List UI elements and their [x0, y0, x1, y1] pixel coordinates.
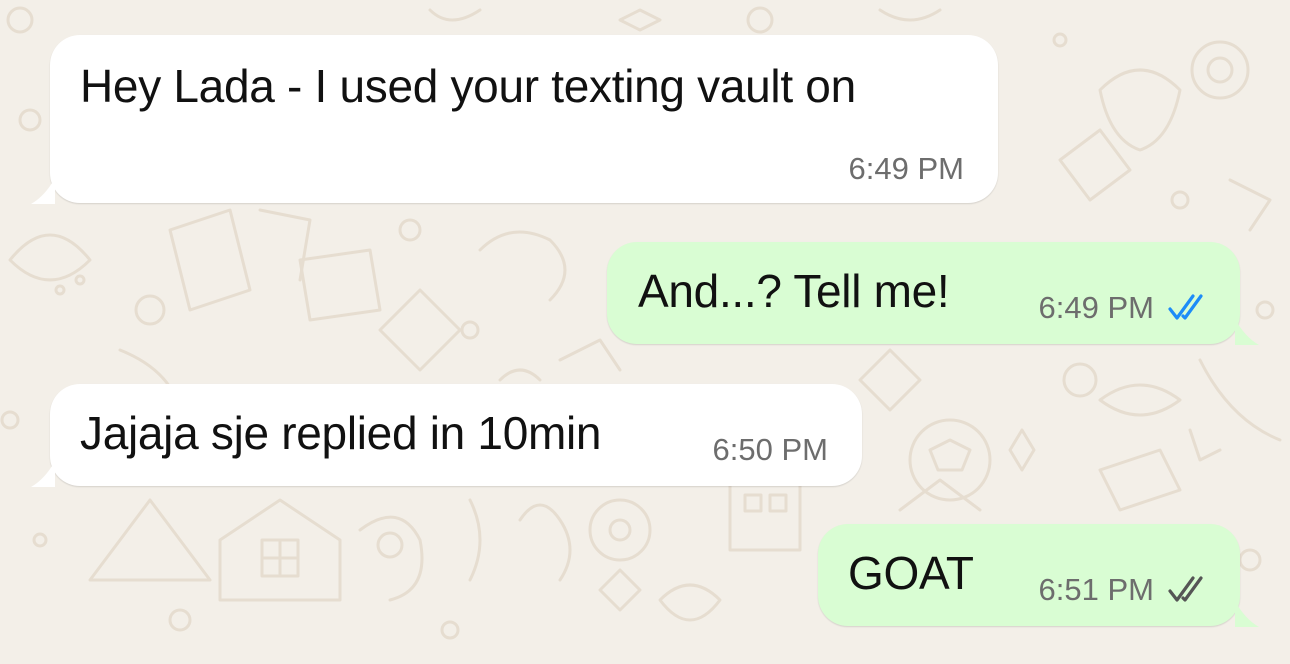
message-bubble-outgoing[interactable]: GOAT 6:51 PM: [818, 524, 1259, 627]
message-bubble-incoming[interactable]: Hey Lada - I used your texting vault on …: [31, 35, 998, 204]
bubble-tail: [1235, 601, 1259, 627]
bubble-tail: [1235, 319, 1259, 345]
double-check-read-icon: [1168, 294, 1203, 320]
message-text: Hey Lada - I used your texting vault on: [80, 60, 856, 112]
message-text: And...? Tell me!: [638, 265, 950, 317]
message-time: 6:50 PM: [712, 432, 828, 467]
double-check-delivered-icon: [1168, 576, 1203, 602]
message-bubble-outgoing[interactable]: And...? Tell me! 6:49 PM: [607, 242, 1259, 345]
message-bubble-incoming[interactable]: Jajaja sje replied in 10min 6:50 PM: [31, 384, 862, 487]
message-text: Jajaja sje replied in 10min: [80, 407, 602, 459]
bubble-tail: [31, 178, 55, 204]
blurred-redaction: [90, 124, 190, 170]
message-time: 6:51 PM: [1038, 572, 1154, 607]
message-time: 6:49 PM: [848, 151, 964, 186]
message-time: 6:49 PM: [1038, 290, 1154, 325]
message-text: GOAT: [848, 547, 974, 599]
bubble-tail: [31, 461, 55, 487]
